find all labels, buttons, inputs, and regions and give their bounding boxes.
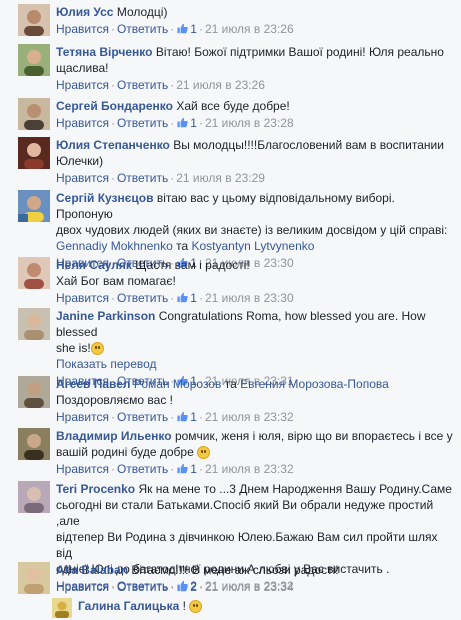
thumbs-up-icon[interactable] <box>177 292 188 303</box>
like-count[interactable]: 1 <box>190 22 197 36</box>
comment-text: Щастя вам і радості! <box>135 258 250 272</box>
timestamp[interactable]: 21 июля в 23:34 <box>205 580 294 594</box>
like-count[interactable]: 1 <box>190 462 197 476</box>
comment-author[interactable]: Janine Parkinson <box>56 309 155 323</box>
like-count[interactable]: 1 <box>190 410 197 424</box>
avatar[interactable] <box>18 98 50 130</box>
mention-link[interactable]: Евгения Морозова-Попова <box>240 377 389 391</box>
comment-text-line: she is! <box>56 341 91 355</box>
avatar[interactable] <box>18 481 50 513</box>
timestamp[interactable]: 21 июля в 23:32 <box>205 410 294 424</box>
comment-author[interactable]: Юлия Степанченко <box>56 138 170 152</box>
avatar[interactable] <box>18 308 50 340</box>
comment-actions: Нравится · Ответить · 1 · 21 июля в 23:28 <box>56 116 294 130</box>
reply-link[interactable]: Ответить <box>117 462 168 476</box>
like-count[interactable]: 2 <box>190 580 197 594</box>
comment-text: ! <box>182 599 187 613</box>
reply-link[interactable]: Ответить <box>117 22 168 36</box>
reply-link[interactable]: Ответить <box>117 116 168 130</box>
mention-link[interactable]: Роман Морозов <box>134 377 221 391</box>
see-translation-link[interactable]: Показать перевод <box>56 356 454 372</box>
smile-emoji-icon <box>90 342 104 355</box>
comment-text-line: Поздоровляємо вас ! <box>56 393 173 407</box>
comment-actions: Нравится · Ответить · 1 · 21 июля в 23:32 <box>56 410 294 424</box>
smile-emoji-icon <box>189 600 203 613</box>
reply-link[interactable]: Ответить <box>117 171 168 185</box>
avatar[interactable] <box>18 562 50 594</box>
comment-text: Вы молодцы!!!!Благословений вам в воспит… <box>173 138 444 152</box>
comment-actions: Нравится · Ответить · 21 июля в 23:26 <box>56 78 265 92</box>
timestamp[interactable]: 21 июля в 23:26 <box>205 22 294 36</box>
comment-actions: Нравится · Ответить · 2 · 21 июля в 23:34 <box>56 580 294 594</box>
comment-text-line: відтепер Ви Родина з дівчинкою Юлею.Бажа… <box>56 530 438 560</box>
avatar[interactable] <box>18 428 50 460</box>
like-count[interactable]: 1 <box>190 116 197 130</box>
comment-text: Молодці) <box>116 5 168 19</box>
reply-link[interactable]: Ответить <box>117 78 168 92</box>
timestamp[interactable]: 21 июля в 23:29 <box>176 171 265 185</box>
comment-author[interactable]: Тетяна Вірченко <box>56 45 152 59</box>
comment-text: Вітаю! Божої підтримки Вашої родині! Юля… <box>155 45 444 59</box>
mention-link[interactable]: Kostyantyn Lytvynenko <box>191 239 314 253</box>
like-link[interactable]: Нравится <box>56 171 109 185</box>
thumbs-up-icon[interactable] <box>177 117 188 128</box>
avatar[interactable] <box>18 4 50 36</box>
comment-text-line: сьогодні ви стали Батьками.Спосіб який В… <box>56 498 434 528</box>
timestamp[interactable]: 21 июля в 23:28 <box>205 116 294 130</box>
like-link[interactable]: Нравится <box>56 78 109 92</box>
comment-text: ромчик, женя і юля, вірю що ви впораєтес… <box>174 429 453 443</box>
avatar[interactable] <box>52 598 72 618</box>
timestamp[interactable]: 21 июля в 23:32 <box>205 462 294 476</box>
comment-author[interactable]: Владимир Ильенко <box>56 429 172 443</box>
avatar[interactable] <box>18 44 50 76</box>
avatar[interactable] <box>18 137 50 169</box>
like-count[interactable]: 1 <box>190 291 197 305</box>
like-link[interactable]: Нравится <box>56 580 109 594</box>
comment-author[interactable]: Сергій Кузнєцов <box>56 191 153 205</box>
comment-text: Вітаємо!!!! В мене аж сльози радості! <box>131 563 339 577</box>
comment-author[interactable]: Агеев Павел <box>56 377 131 391</box>
comment-actions: Нравится · Ответить · 21 июля в 23:29 <box>56 171 265 185</box>
comment-author[interactable]: Alla Balaban <box>56 563 128 577</box>
reply-link[interactable]: Ответить <box>117 580 168 594</box>
comment-actions: Нравится · Ответить · 1 · 21 июля в 23:26 <box>56 22 294 36</box>
comment-actions: Нравится · Ответить · 1 · 21 июля в 23:32 <box>56 462 294 476</box>
thumbs-up-icon[interactable] <box>177 23 188 34</box>
avatar[interactable] <box>18 257 50 289</box>
comment-author[interactable]: Юлия Усс <box>56 5 113 19</box>
comment-author[interactable]: Сергей Бондаренко <box>56 99 173 113</box>
comment-text-line: Юлечки) <box>56 154 104 168</box>
like-link[interactable]: Нравится <box>56 410 109 424</box>
comment-text: Хай все буде добре! <box>176 99 290 113</box>
comment-author[interactable]: Неля Сауляк <box>56 258 132 272</box>
like-link[interactable]: Нравится <box>56 462 109 476</box>
like-link[interactable]: Нравится <box>56 22 109 36</box>
avatar[interactable] <box>18 190 50 222</box>
timestamp[interactable]: 21 июля в 23:30 <box>205 291 294 305</box>
like-link[interactable]: Нравится <box>56 116 109 130</box>
reply-link[interactable]: Ответить <box>117 410 168 424</box>
comment-text: Як на мене то ...3 Днем Народження Вашу … <box>138 482 452 496</box>
smile-emoji-icon <box>197 446 211 459</box>
comment-actions: Нравится · Ответить · 1 · 21 июля в 23:30 <box>56 291 294 305</box>
like-link[interactable]: Нравится <box>56 291 109 305</box>
avatar[interactable] <box>18 376 50 408</box>
comment-author[interactable]: Teri Procenko <box>56 482 135 496</box>
thumbs-up-icon[interactable] <box>177 411 188 422</box>
comment-text-line: Хай Бог вам помагає! <box>56 274 176 288</box>
comment-author[interactable]: Галина Галицька <box>78 599 179 613</box>
comment-text-line: двох чудових людей (яких ви знаєте) із в… <box>56 223 448 237</box>
mention-link[interactable]: Gennadiy Mokhnenko <box>56 239 173 253</box>
reply-link[interactable]: Ответить <box>117 291 168 305</box>
comment-text-line: вашій родині буде добре <box>56 445 194 459</box>
comment-text-line: щаслива! <box>56 61 109 75</box>
timestamp[interactable]: 21 июля в 23:26 <box>176 78 265 92</box>
thumbs-up-icon[interactable] <box>177 463 188 474</box>
thumbs-up-icon[interactable] <box>177 581 188 592</box>
